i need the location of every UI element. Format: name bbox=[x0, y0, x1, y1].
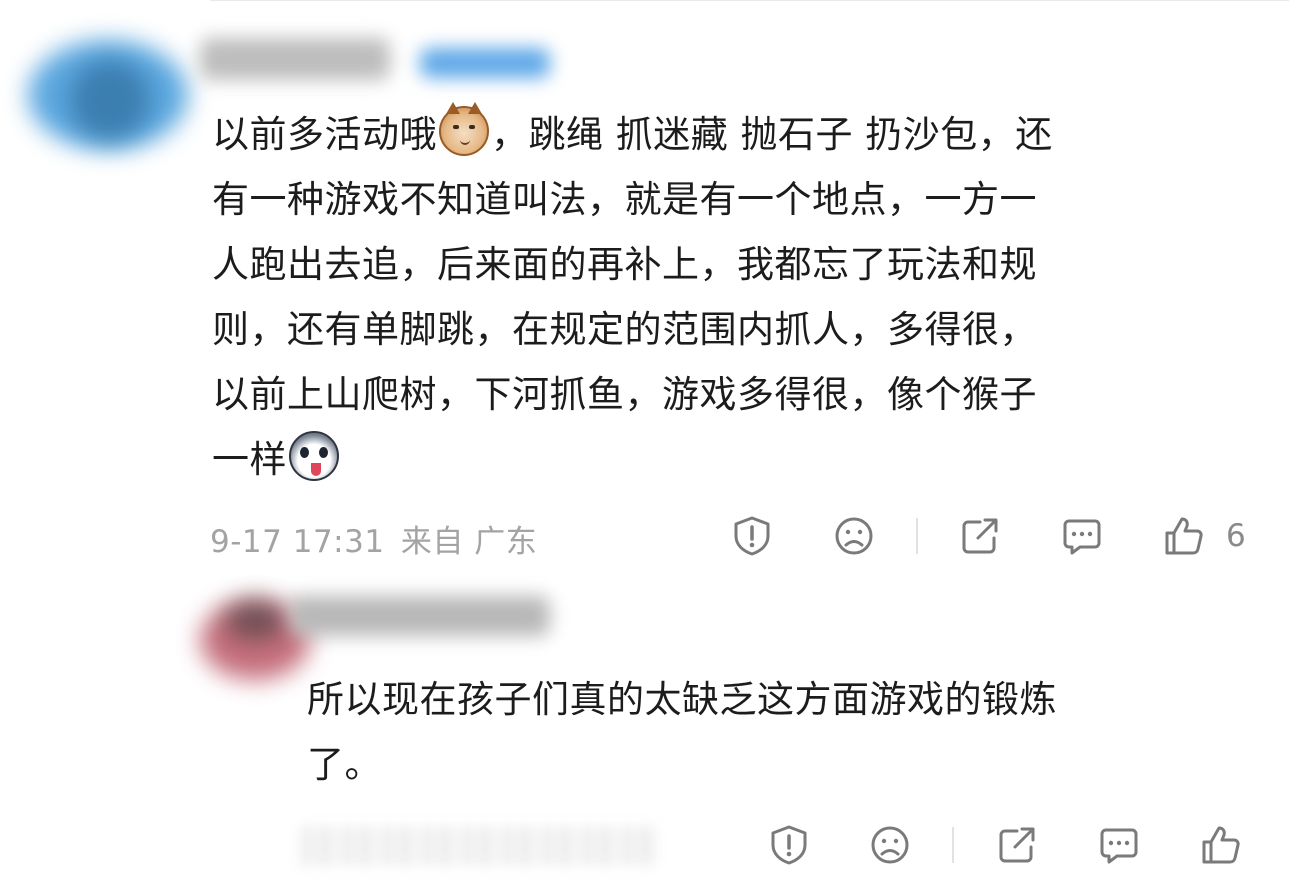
share-button[interactable] bbox=[995, 823, 1039, 867]
text-line: 则，还有单脚跳，在规定的范围内抓人，多得很， bbox=[212, 308, 1037, 351]
like-icon bbox=[1202, 826, 1240, 864]
text-segment: 以前多活动哦 bbox=[212, 113, 437, 156]
text-line: 所以现在孩子们真的太缺乏这方面游戏的锻炼 bbox=[307, 678, 1057, 721]
report-icon bbox=[771, 825, 807, 865]
report-icon bbox=[734, 516, 770, 556]
like-count: 6 bbox=[1226, 518, 1246, 554]
like-icon bbox=[1165, 517, 1203, 555]
comment-icon bbox=[1100, 828, 1138, 864]
like-button[interactable] bbox=[1162, 514, 1206, 558]
text-line: 人跑出去追，后来面的再补上，我都忘了玩法和规 bbox=[212, 243, 1037, 286]
top-divider bbox=[210, 0, 1289, 1]
comment-text: 以前多活动哦 ，跳绳 抓迷藏 抛石子 扔沙包，还 有一种游戏不知道叫法，就是有一个… bbox=[212, 102, 1053, 492]
comment-location: 来自 广东 bbox=[400, 524, 538, 560]
report-button[interactable] bbox=[767, 823, 811, 867]
action-separator bbox=[952, 827, 954, 863]
text-segment: ，跳绳 抓迷藏 抛石子 扔沙包，还 bbox=[491, 113, 1053, 156]
comment-button[interactable] bbox=[1097, 823, 1141, 867]
cat-emoji-icon bbox=[439, 102, 489, 156]
comment-time: 17:31 bbox=[292, 524, 385, 560]
comment-meta: 9-17 17:31 来自 广东 bbox=[210, 516, 537, 561]
meta-blurred bbox=[300, 826, 660, 866]
action-separator bbox=[916, 518, 918, 554]
text-line: 一样 bbox=[212, 438, 287, 481]
comment-date: 9-17 bbox=[210, 524, 283, 560]
dislike-icon bbox=[835, 517, 873, 555]
share-icon bbox=[999, 827, 1035, 863]
dislike-button[interactable] bbox=[832, 514, 876, 558]
share-button[interactable] bbox=[958, 514, 1002, 558]
comment-icon bbox=[1063, 519, 1101, 555]
comment-text: 所以现在孩子们真的太缺乏这方面游戏的锻炼 了。 bbox=[307, 667, 1057, 797]
husky-emoji-icon bbox=[289, 431, 339, 481]
dislike-icon bbox=[871, 826, 909, 864]
comment-button[interactable] bbox=[1060, 514, 1104, 558]
text-line: 以前上山爬树，下河抓鱼，游戏多得很，像个猴子 bbox=[212, 373, 1037, 416]
dislike-button[interactable] bbox=[868, 823, 912, 867]
text-line: 有一种游戏不知道叫法，就是有一个地点，一方一 bbox=[212, 178, 1037, 221]
report-button[interactable] bbox=[730, 514, 774, 558]
like-button[interactable] bbox=[1199, 823, 1243, 867]
share-icon bbox=[962, 518, 998, 554]
text-line: 了。 bbox=[307, 743, 382, 786]
